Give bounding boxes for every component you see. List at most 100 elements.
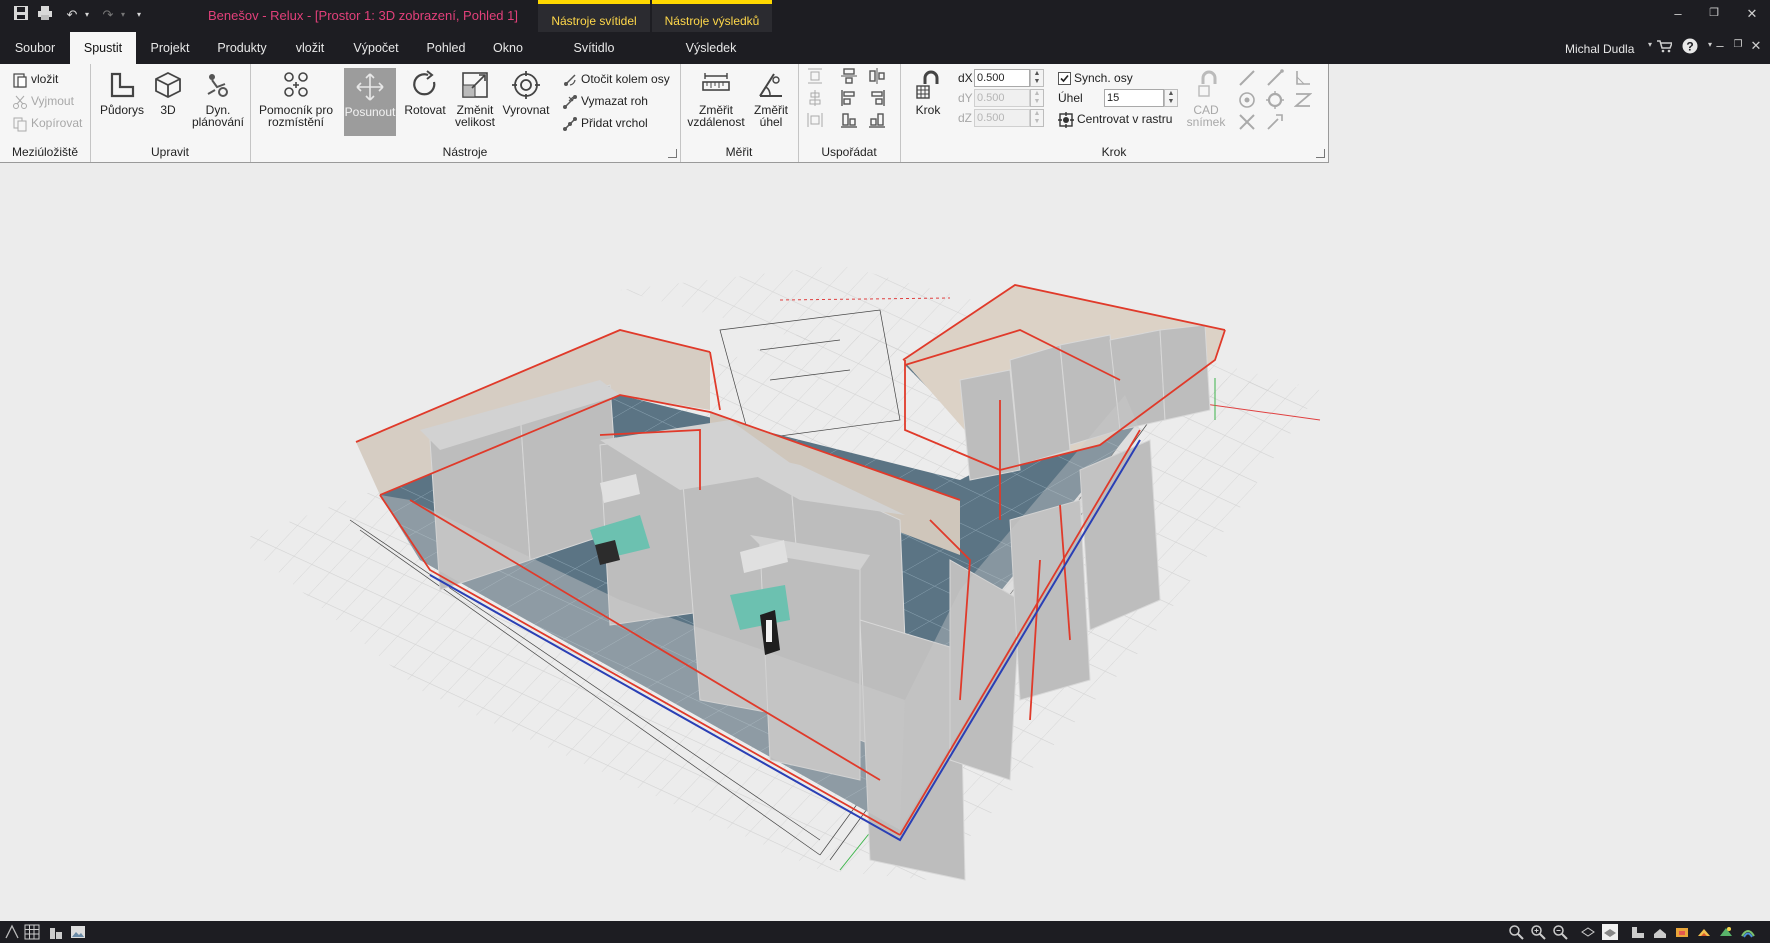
align-right-icon[interactable] bbox=[868, 88, 889, 106]
restore-icon[interactable]: ❐ bbox=[1704, 6, 1724, 19]
view-3d-button[interactable]: 3D bbox=[150, 70, 186, 116]
distribute-vertical-icon[interactable] bbox=[806, 66, 827, 84]
cut-button[interactable]: Vyjmout bbox=[12, 92, 74, 110]
paste-button[interactable]: vložit bbox=[12, 70, 58, 88]
dx-input[interactable]: 0.500 bbox=[974, 69, 1030, 87]
rendering-icon[interactable] bbox=[1696, 924, 1712, 940]
snap-intersection-icon[interactable] bbox=[1238, 112, 1259, 130]
tab-file[interactable]: Soubor bbox=[4, 32, 66, 64]
floor-view-icon[interactable] bbox=[1630, 924, 1646, 940]
ribbon-tabs: Soubor Spustit Projekt Produkty vložit V… bbox=[0, 32, 1770, 64]
tab-project[interactable]: Projekt bbox=[140, 32, 200, 64]
redo-dropdown-icon[interactable]: ▾ bbox=[118, 5, 128, 25]
perspective-icon[interactable] bbox=[4, 924, 20, 940]
zoom-fit-icon[interactable] bbox=[1508, 924, 1524, 940]
distribute-center-icon[interactable] bbox=[806, 88, 827, 106]
align-middle-icon[interactable] bbox=[868, 66, 889, 84]
floorplan-label: Půdorys bbox=[99, 103, 145, 117]
delete-corner-label: Vymazat roh bbox=[581, 94, 648, 108]
center-in-grid-button[interactable]: Centrovat v rastru bbox=[1058, 110, 1172, 128]
false-color-icon[interactable] bbox=[1674, 924, 1690, 940]
building-view-icon[interactable] bbox=[48, 924, 64, 940]
tab-insert[interactable]: vložit bbox=[284, 32, 336, 64]
resize-button[interactable]: Změnit velikost bbox=[452, 70, 498, 128]
snap-tangent-icon[interactable] bbox=[1266, 112, 1287, 130]
minimize-icon[interactable]: – bbox=[1668, 6, 1688, 21]
luminance-icon[interactable] bbox=[1718, 924, 1734, 940]
tab-luminaire[interactable]: Svítidlo bbox=[560, 32, 628, 64]
dy-spinner[interactable]: ▲ ▼ bbox=[1030, 89, 1044, 107]
undo-icon[interactable]: ↶ bbox=[64, 5, 80, 25]
copy-button[interactable]: Kopírovat bbox=[12, 114, 82, 132]
measure-angle-button[interactable]: Změřit úhel bbox=[748, 70, 794, 128]
customize-toolbar-icon[interactable]: ▾ bbox=[134, 5, 144, 25]
tools-dialog-launcher-icon[interactable] bbox=[668, 149, 677, 158]
placement-helper-button[interactable]: Pomocník pro rozmístění bbox=[256, 70, 336, 128]
zoom-in-icon[interactable] bbox=[1530, 924, 1546, 940]
dz-input[interactable]: 0.500 bbox=[974, 109, 1030, 127]
delete-corner-button[interactable]: Vymazat roh bbox=[562, 92, 648, 110]
doc-close-icon[interactable]: ✕ bbox=[1746, 38, 1766, 54]
svg-text:?: ? bbox=[1686, 40, 1693, 54]
step-button[interactable]: Krok bbox=[910, 70, 946, 116]
snap-center-icon[interactable] bbox=[1266, 90, 1287, 109]
align-left-icon[interactable] bbox=[840, 88, 861, 106]
snap-endpoint-icon[interactable] bbox=[1266, 68, 1287, 86]
doc-minimize-icon[interactable]: – bbox=[1710, 38, 1730, 53]
grid-view-icon[interactable] bbox=[24, 924, 40, 940]
measure-angle-label-2: úhel bbox=[759, 115, 783, 129]
add-vertex-button[interactable]: Přidat vrchol bbox=[562, 114, 648, 132]
angle-input[interactable]: 15 bbox=[1104, 89, 1164, 107]
tab-start[interactable]: Spustit bbox=[70, 32, 136, 64]
dynamic-planning-button[interactable]: Dyn. plánování bbox=[188, 70, 248, 128]
close-icon[interactable]: ✕ bbox=[1742, 6, 1762, 22]
shop-cart-icon[interactable] bbox=[1654, 39, 1674, 56]
room-view-icon[interactable] bbox=[1652, 924, 1668, 940]
dy-label: dY bbox=[958, 91, 973, 105]
rotate-around-axis-button[interactable]: Otočit kolem osy bbox=[562, 70, 670, 88]
shaded-view-icon[interactable] bbox=[1602, 924, 1618, 940]
print-icon[interactable] bbox=[36, 5, 54, 25]
zoom-out-icon[interactable] bbox=[1552, 924, 1568, 940]
dy-input[interactable]: 0.500 bbox=[974, 89, 1030, 107]
wireframe-icon[interactable] bbox=[1580, 924, 1596, 940]
redo-icon[interactable]: ↷ bbox=[100, 5, 116, 25]
rotate-button[interactable]: Rotovat bbox=[400, 70, 450, 116]
align-button[interactable]: Vyrovnat bbox=[500, 70, 552, 116]
save-icon[interactable] bbox=[12, 5, 30, 25]
snap-perpendicular-icon[interactable] bbox=[1294, 68, 1315, 86]
group-arrange: Uspořádat bbox=[798, 64, 901, 162]
tab-products[interactable]: Produkty bbox=[206, 32, 278, 64]
distribute-horizontal-icon[interactable] bbox=[806, 110, 827, 128]
tab-view[interactable]: Pohled bbox=[416, 32, 476, 64]
align-bottom-icon[interactable] bbox=[868, 110, 889, 128]
help-icon[interactable]: ? bbox=[1680, 38, 1700, 57]
tab-result[interactable]: Výsledek bbox=[676, 32, 746, 64]
move-button[interactable]: Posunout bbox=[344, 68, 396, 136]
align-top-icon[interactable] bbox=[840, 66, 861, 84]
tab-window[interactable]: Okno bbox=[484, 32, 532, 64]
floorplan-button[interactable]: Půdorys bbox=[96, 70, 148, 116]
context-tab-result-tools[interactable]: Nástroje výsledků bbox=[652, 0, 772, 32]
snap-line-icon[interactable] bbox=[1238, 68, 1259, 86]
context-tab-luminaire-tools[interactable]: Nástroje svítidel bbox=[538, 0, 650, 32]
user-name[interactable]: Michal Dudla bbox=[1565, 42, 1634, 56]
undo-dropdown-icon[interactable]: ▾ bbox=[82, 5, 92, 25]
image-view-icon[interactable] bbox=[70, 924, 86, 940]
measure-distance-button[interactable]: Změřit vzdálenost bbox=[686, 70, 746, 128]
snap-zigzag-icon[interactable] bbox=[1293, 90, 1315, 108]
isolines-icon[interactable] bbox=[1740, 924, 1756, 940]
tab-calculation[interactable]: Výpočet bbox=[344, 32, 408, 64]
step-dialog-launcher-icon[interactable] bbox=[1316, 149, 1325, 158]
dz-spinner[interactable]: ▲ ▼ bbox=[1030, 109, 1044, 127]
3d-viewport[interactable] bbox=[0, 163, 1770, 921]
snap-circle-icon[interactable] bbox=[1238, 90, 1259, 108]
doc-restore-icon[interactable]: ❐ bbox=[1728, 39, 1748, 50]
align-bottom-left-icon[interactable] bbox=[840, 110, 861, 128]
angle-spinner[interactable]: ▲ ▼ bbox=[1164, 89, 1178, 107]
3d-scene[interactable] bbox=[0, 163, 1770, 921]
rotate-label: Rotovat bbox=[404, 103, 446, 117]
cad-snap-button[interactable]: CAD snímek bbox=[1184, 70, 1228, 128]
dx-spinner[interactable]: ▲ ▼ bbox=[1030, 69, 1044, 87]
sync-axes-checkbox[interactable]: Synch. osy bbox=[1058, 69, 1133, 87]
